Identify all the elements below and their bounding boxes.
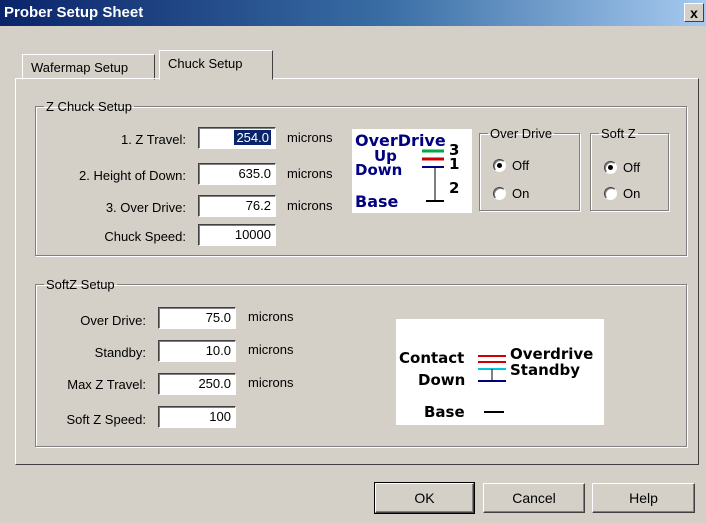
soft-z-speed-label: Soft Z Speed: (66, 412, 147, 427)
ok-button[interactable]: OK (374, 482, 475, 514)
soft-z-legend: Soft Z (601, 126, 636, 141)
title-bar: Prober Setup Sheet x (0, 0, 706, 26)
soft-z-on-radio[interactable] (604, 187, 617, 200)
soft-z-off-label: Off (623, 160, 641, 175)
over-drive-on-radio[interactable] (493, 187, 506, 200)
soft-z-speed-field[interactable]: 100 (158, 406, 236, 428)
cancel-button[interactable]: Cancel (483, 483, 585, 513)
height-of-down-field[interactable]: 635.0 (198, 163, 276, 185)
diagram-num-1: 1 (449, 155, 459, 173)
over-drive-off-option[interactable]: Off (493, 158, 529, 173)
diagram-num-2: 2 (449, 179, 459, 197)
diagram-base-label: Base (355, 192, 399, 211)
chuck-speed-field[interactable]: 10000 (198, 224, 276, 246)
diagram-standby-text: Standby (510, 361, 580, 379)
height-of-down-label: 2. Height of Down: (79, 168, 186, 183)
over-drive-label: 3. Over Drive: (105, 200, 186, 215)
max-z-travel-label: Max Z Travel: (67, 377, 146, 392)
over-drive-off-radio[interactable] (493, 159, 506, 172)
z-travel-unit: microns (287, 130, 333, 145)
softz-over-drive-unit: microns (248, 309, 294, 324)
over-drive-on-label: On (512, 186, 530, 201)
tab-chuck-setup[interactable]: Chuck Setup (159, 50, 273, 80)
standby-unit: microns (248, 342, 294, 357)
soft-z-on-option[interactable]: On (604, 186, 640, 201)
softz-setup-legend: SoftZ Setup (46, 277, 115, 292)
window-title: Prober Setup Sheet (4, 4, 144, 21)
standby-field[interactable]: 10.0 (158, 340, 236, 362)
softz-diagram-svg: Contact Down Base Overdrive Standby (399, 345, 593, 421)
diagram-softz-base-label: Base (424, 403, 465, 421)
help-button[interactable]: Help (592, 483, 695, 513)
close-button[interactable]: x (684, 3, 704, 22)
softz-over-drive-field[interactable]: 75.0 (158, 307, 236, 329)
height-of-down-unit: microns (287, 166, 333, 181)
chuck-speed-label: Chuck Speed: (104, 229, 186, 244)
soft-z-off-option[interactable]: Off (604, 160, 640, 175)
max-z-travel-unit: microns (248, 375, 294, 390)
over-drive-on-option[interactable]: On (493, 186, 529, 201)
tab-wafermap-setup[interactable]: Wafermap Setup (22, 54, 155, 80)
z-chuck-diagram-svg: OverDrive Up Down Base 3 1 2 (355, 131, 459, 211)
soft-z-off-radio[interactable] (604, 161, 617, 174)
max-z-travel-field[interactable]: 250.0 (158, 373, 236, 395)
diagram-softz-down-label: Down (418, 371, 465, 389)
z-travel-label: 1. Z Travel: (120, 132, 186, 147)
diagram-down-label: Down (355, 161, 402, 179)
over-drive-field[interactable]: 76.2 (198, 195, 276, 217)
diagram-contact-label: Contact (399, 349, 464, 367)
z-chuck-diagram: OverDrive Up Down Base 3 1 2 (352, 129, 472, 213)
tab-panel: Z Chuck Setup 1. Z Travel: 254.0 microns… (15, 78, 699, 465)
softz-diagram: Contact Down Base Overdrive Standby (396, 319, 604, 425)
over-drive-off-label: Off (512, 158, 530, 173)
over-drive-legend: Over Drive (490, 126, 553, 141)
z-chuck-setup-legend: Z Chuck Setup (46, 99, 132, 114)
z-travel-field[interactable]: 254.0 (198, 127, 276, 149)
diagram-overdrive-label: OverDrive (355, 131, 446, 150)
standby-label: Standby: (94, 345, 146, 360)
softz-over-drive-label: Over Drive: (80, 313, 146, 328)
over-drive-unit: microns (287, 198, 333, 213)
soft-z-on-label: On (623, 186, 641, 201)
